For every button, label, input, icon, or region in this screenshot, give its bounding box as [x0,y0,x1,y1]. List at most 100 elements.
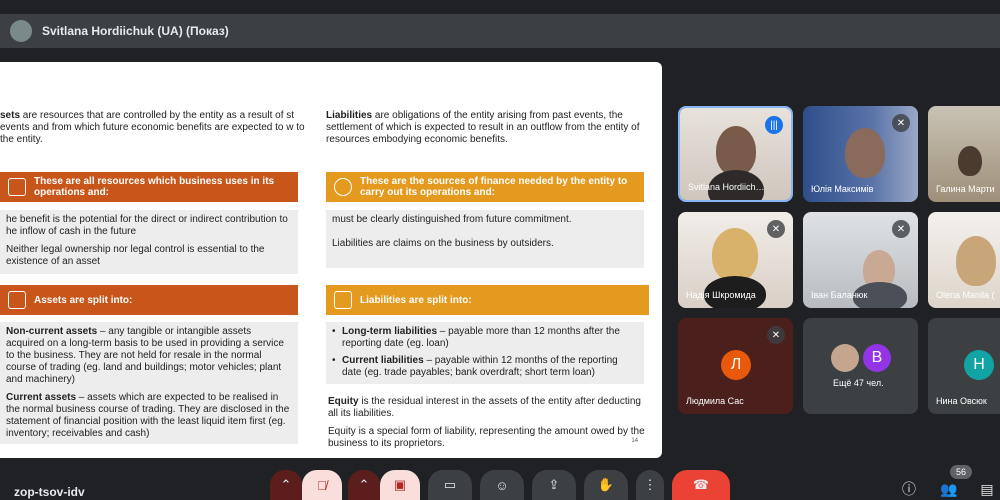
presenter-banner: Svitlana Hordiichuk (UA) (Показ) [0,14,1000,48]
person-figure [956,236,996,286]
participant-tile[interactable]: Л ✕ Людмила Сас [678,318,793,414]
chevron-up-icon: ⌃ [280,477,292,492]
avatar: В [863,344,891,372]
hang-up-icon: ☎ [692,477,710,492]
participant-tile[interactable]: Н Нина Овсюк [928,318,1000,414]
document-icon [8,291,26,309]
more-participants-tile[interactable]: В Ещё 47 чел. [803,318,918,414]
assets-def-text: are resources that are controlled by the… [0,110,305,145]
participant-name: Нина Овсюк [936,396,987,406]
raise-hand-button[interactable]: ✋ [584,470,628,500]
assets-definition: sets are resources that are controlled b… [0,110,305,146]
mic-off-icon: ✕ [892,220,910,238]
liabilities-band-sources: These are the sources of finance needed … [326,172,644,202]
camera-off-icon: ▣ [393,477,407,492]
hand-icon: ✋ [597,477,615,492]
person-figure [845,128,885,178]
assets-term: sets [0,110,21,121]
chat-button[interactable]: ▤ [976,478,998,500]
meeting-info-button[interactable]: ⓘ [898,478,920,500]
presenter-avatar [10,20,32,42]
list-item: Current assets – assets which are expect… [6,392,292,440]
coins-icon [334,178,352,196]
meeting-code: zop-tsov-idv [14,485,85,499]
chart-icon [8,178,26,196]
people-button[interactable]: 👥 [938,478,960,500]
assets-split-box: Non-current assets – any tangible or int… [0,322,298,444]
captions-icon: ▭ [443,477,457,492]
liabilities-def-text: are obligations of the entity arising fr… [326,110,640,145]
participant-tile[interactable]: ✕ Іван Баланюк [803,212,918,308]
participant-name: Іван Баланюк [811,290,868,300]
mic-toggle-button[interactable]: 🎙̸ [302,470,342,500]
chevron-up-icon: ⌃ [358,477,370,492]
more-vert-icon: ⋮ [643,477,657,492]
participant-tile[interactable]: ||| Svitlana Hordiich… [678,106,793,202]
band-label: These are all resources which business u… [34,176,275,198]
assets-criteria-box: he benefit is the potential for the dire… [0,210,298,274]
equity-note: Equity is a special form of liability, r… [328,426,645,449]
camera-toggle-button[interactable]: ▣ [380,470,420,500]
speaking-indicator-icon: ||| [765,116,783,134]
avatar: Н [964,350,994,380]
present-screen-icon: ⇪ [548,477,560,492]
assets-band-resources: These are all resources which business u… [0,172,298,202]
mic-off-icon: ✕ [767,220,785,238]
video-options-button[interactable]: ⌃ [348,470,380,500]
slide-page-number: 14 [631,438,638,444]
assets-band-split: Assets are split into: [0,285,298,315]
list-item: Long-term liabilities – payable more tha… [332,326,638,350]
participant-tile[interactable]: ✕ Юлія Максимів [803,106,918,202]
participant-name: Ещё 47 чел. [833,378,884,388]
emoji-icon: ☺ [495,477,509,493]
present-button[interactable]: ⇪ [532,470,576,500]
leave-call-button[interactable]: ☎ [672,470,730,500]
liabilities-definition: Liabilities are obligations of the entit… [326,110,651,146]
audio-options-button[interactable]: ⌃ [270,470,302,500]
top-bar: Svitlana Hordiichuk (UA) (Показ) [0,0,1000,62]
presenter-title: Svitlana Hordiichuk (UA) (Показ) [42,24,229,38]
term: Current assets [6,392,77,403]
list-item: Liabilities are claims on the business b… [332,238,554,249]
list-item: Current liabilities – payable within 12 … [332,355,638,379]
captions-button[interactable]: ▭ [428,470,472,500]
equity-term: Equity [328,396,359,407]
equity-def-text: is the residual interest in the assets o… [328,396,641,419]
person-figure [712,228,758,282]
liabilities-term: Liabilities [326,110,373,121]
equity-definition: Equity is the residual interest in the a… [328,396,646,420]
person-figure [716,126,756,176]
mic-off-icon: 🎙̸ [317,477,327,493]
info-icon: ⓘ [902,481,916,497]
participant-tile[interactable]: ✕ Надія Шкромида [678,212,793,308]
presented-slide: sets are resources that are controlled b… [0,62,662,458]
liabilities-band-split: Liabilities are split into: [326,285,649,315]
participant-name: Olena Manila ( [936,290,995,300]
band-label: These are the sources of finance needed … [360,176,628,198]
list-item: must be clearly distinguished from futur… [332,214,572,225]
participant-tile[interactable]: Галина Марти [928,106,1000,202]
avatar: Л [721,350,751,380]
term: Non-current assets [6,326,98,337]
participant-name: Юлія Максимів [811,184,874,194]
mic-off-icon: ✕ [767,326,785,344]
band-label: Assets are split into: [34,294,133,306]
document-icon [334,291,352,309]
reactions-button[interactable]: ☺ [480,470,524,500]
liabilities-split-box: Long-term liabilities – payable more tha… [326,322,644,384]
participant-name: Людмила Сас [686,396,744,406]
band-label: Liabilities are split into: [360,294,472,306]
participant-name: Галина Марти [936,184,995,194]
mic-off-icon: ✕ [892,114,910,132]
list-item: Neither legal ownership nor legal contro… [6,244,265,267]
participant-name: Надія Шкромида [686,290,756,300]
avatar [831,344,859,372]
participant-tile[interactable]: ✕ Olena Manila ( [928,212,1000,308]
more-options-button[interactable]: ⋮ [636,470,664,500]
list-item: Non-current assets – any tangible or int… [6,326,292,386]
term: Long-term liabilities [342,326,438,337]
chat-icon: ▤ [980,480,994,497]
liabilities-criteria-box: must be clearly distinguished from futur… [326,210,644,268]
person-figure [958,146,982,176]
participant-count-badge: 56 [950,465,972,479]
